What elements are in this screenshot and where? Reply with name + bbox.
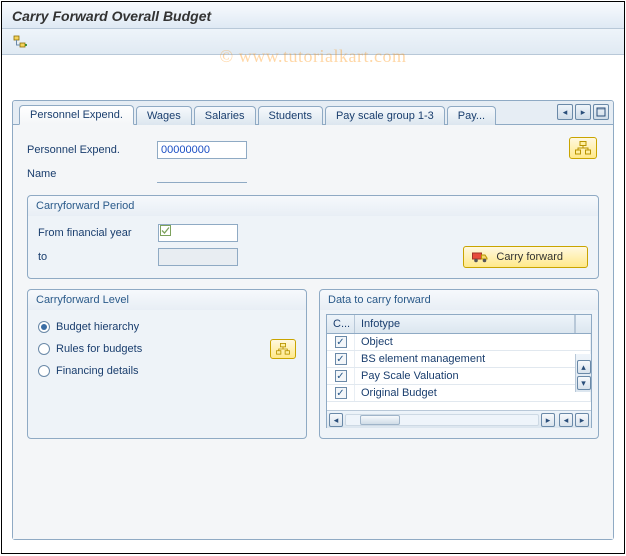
tab-pay-more[interactable]: Pay... (447, 106, 496, 125)
tab-strip: Personnel Expend. Wages Salaries Student… (13, 101, 613, 125)
tab-scroll-right-icon[interactable]: ▸ (575, 104, 591, 120)
vertical-scrollbar[interactable]: ▴ ▾ (575, 354, 591, 392)
checkbox[interactable]: ✓ (335, 353, 347, 365)
data-to-carry-group: Data to carry forward C... Infotype (319, 289, 599, 439)
structure-icon[interactable] (10, 32, 32, 52)
table-row[interactable]: ✓ Object (327, 334, 591, 351)
row-label: Object (355, 334, 591, 350)
carry-forward-button[interactable]: Carry forward (463, 246, 588, 268)
scroll-thumb[interactable] (360, 415, 400, 425)
radio-label: Budget hierarchy (56, 321, 139, 333)
radio-financing-details[interactable]: Financing details (38, 360, 296, 382)
horizontal-scrollbar[interactable]: ◂ ▸ ◂ ▸ (327, 410, 591, 428)
scroll-up-icon[interactable]: ▴ (577, 360, 591, 374)
truck-icon (472, 251, 490, 263)
checkbox[interactable]: ✓ (335, 370, 347, 382)
name-label: Name (27, 168, 157, 180)
org-structure-button[interactable] (569, 137, 597, 159)
scroll-down-icon[interactable]: ▾ (577, 376, 591, 390)
scroll-corner (575, 315, 591, 333)
tab-list-all-icon[interactable] (593, 104, 609, 120)
rules-org-button[interactable] (270, 339, 296, 359)
table-header: C... Infotype (327, 315, 591, 334)
tab-students[interactable]: Students (258, 106, 323, 125)
radio-rules-for-budgets[interactable]: Rules for budgets (38, 338, 296, 360)
scroll-track[interactable] (345, 414, 539, 426)
to-year-label: to (38, 251, 158, 263)
radio-icon (38, 343, 50, 355)
row-label: Original Budget (355, 385, 591, 401)
carryforward-period-title: Carryforward Period (28, 196, 598, 216)
tab-wages[interactable]: Wages (136, 106, 192, 125)
radio-budget-hierarchy[interactable]: Budget hierarchy (38, 316, 296, 338)
personnel-expend-input[interactable] (157, 141, 247, 159)
tab-scroll-left-icon[interactable]: ◂ (557, 104, 573, 120)
carryforward-period-group: Carryforward Period From financial year (27, 195, 599, 279)
scroll-right-icon[interactable]: ▸ (541, 413, 555, 427)
col-checkbox-header[interactable]: C... (327, 315, 355, 333)
table-row[interactable]: ✓ BS element management (327, 351, 591, 368)
radio-icon (38, 365, 50, 377)
title-bar: Carry Forward Overall Budget (2, 2, 624, 29)
checkbox[interactable]: ✓ (335, 387, 347, 399)
scroll-right2-icon[interactable]: ▸ (575, 413, 589, 427)
to-year-input (158, 248, 238, 266)
col-infotype-header[interactable]: Infotype (355, 315, 575, 333)
name-input[interactable] (157, 165, 247, 183)
radio-icon (38, 321, 50, 333)
table-body: ✓ Object ✓ BS element management (327, 334, 591, 410)
carry-forward-label: Carry forward (496, 251, 563, 263)
scroll-left-icon[interactable]: ◂ (329, 413, 343, 427)
from-year-label: From financial year (38, 227, 158, 239)
carryforward-level-group: Carryforward Level Budget hierarchy Rule… (27, 289, 307, 439)
scroll-left2-icon[interactable]: ◂ (559, 413, 573, 427)
personnel-expend-label: Personnel Expend. (27, 144, 157, 156)
tab-scroll-controls: ◂ ▸ (557, 104, 609, 120)
tab-salaries[interactable]: Salaries (194, 106, 256, 125)
table-row[interactable]: ✓ Pay Scale Valuation (327, 368, 591, 385)
app-toolbar (2, 29, 624, 55)
carryforward-level-title: Carryforward Level (28, 290, 306, 310)
tab-container: Personnel Expend. Wages Salaries Student… (12, 100, 614, 540)
page-title: Carry Forward Overall Budget (12, 8, 211, 24)
radio-label: Financing details (56, 365, 139, 377)
data-to-carry-title: Data to carry forward (320, 290, 598, 310)
from-year-input[interactable] (158, 224, 238, 242)
tab-personnel-expend[interactable]: Personnel Expend. (19, 105, 134, 125)
data-to-carry-table: C... Infotype ✓ Object (326, 314, 592, 428)
radio-label: Rules for budgets (56, 343, 142, 355)
table-row[interactable]: ✓ Original Budget (327, 385, 591, 402)
tab-pay-scale-group[interactable]: Pay scale group 1-3 (325, 106, 445, 125)
row-label: Pay Scale Valuation (355, 368, 591, 384)
row-label: BS element management (355, 351, 591, 367)
tab-body: Personnel Expend. Name Carryforward Peri… (13, 125, 613, 539)
checkbox[interactable]: ✓ (335, 336, 347, 348)
